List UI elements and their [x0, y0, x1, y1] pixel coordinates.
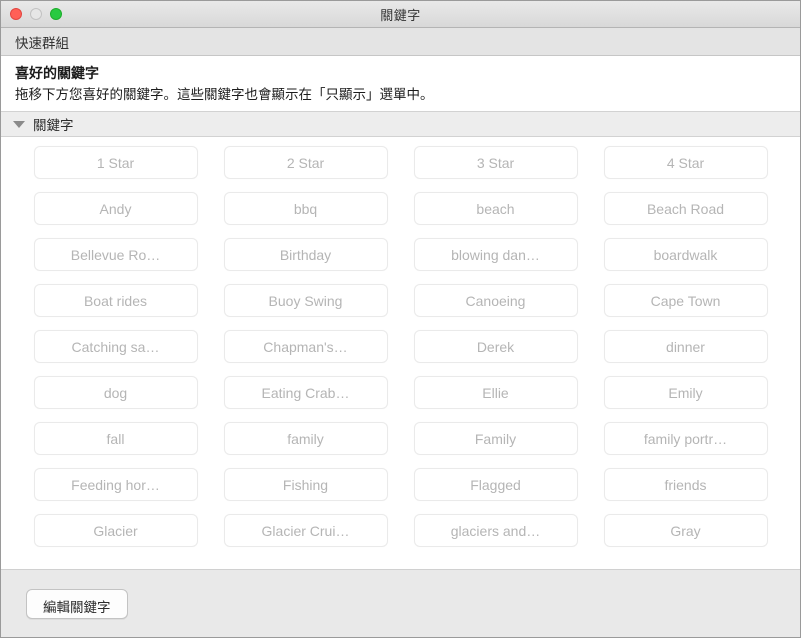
keyword-tag[interactable]: Chapman's…: [223, 330, 388, 363]
keyword-cell: fall: [21, 422, 211, 455]
keyword-cell: Eating Crab…: [211, 376, 401, 409]
keywords-section-title: 關鍵字: [33, 118, 74, 133]
keyword-cell: 4 Star: [591, 146, 781, 179]
keyword-cell: Chapman's…: [211, 330, 401, 363]
keyword-cell: boardwalk: [591, 238, 781, 271]
keyword-cell: Birthday: [211, 238, 401, 271]
keyword-tag[interactable]: boardwalk: [603, 238, 768, 271]
intro-block: 喜好的關鍵字 拖移下方您喜好的關鍵字。這些關鍵字也會顯示在「只顯示」選單中。: [1, 56, 800, 111]
keyword-cell: Ellie: [401, 376, 591, 409]
keyword-tag[interactable]: 4 Star: [603, 146, 768, 179]
keyword-tag[interactable]: beach: [413, 192, 578, 225]
keyword-tag[interactable]: blowing dan…: [413, 238, 578, 271]
keyword-cell: family portr…: [591, 422, 781, 455]
keyword-cell: Family: [401, 422, 591, 455]
keyword-cell: dog: [21, 376, 211, 409]
keyword-tag[interactable]: family portr…: [603, 422, 768, 455]
keyword-cell: beach: [401, 192, 591, 225]
keyword-tag[interactable]: Bellevue Ro…: [33, 238, 198, 271]
keyword-tag[interactable]: Beach Road: [603, 192, 768, 225]
keyword-cell: Andy: [21, 192, 211, 225]
minimize-window-icon[interactable]: [30, 8, 42, 20]
keyword-tag[interactable]: Eating Crab…: [223, 376, 388, 409]
keyword-tag[interactable]: Cape Town: [603, 284, 768, 317]
keyword-cell: 2 Star: [211, 146, 401, 179]
keyword-tag[interactable]: Gray: [603, 514, 768, 547]
keyword-tag[interactable]: fall: [33, 422, 198, 455]
keywords-dialog-window: 關鍵字 快速群組 喜好的關鍵字 拖移下方您喜好的關鍵字。這些關鍵字也會顯示在「只…: [0, 0, 801, 638]
keyword-cell: Glacier Crui…: [211, 514, 401, 547]
keyword-cell: Cape Town: [591, 284, 781, 317]
window-title: 關鍵字: [380, 7, 421, 23]
edit-keywords-button[interactable]: 編輯關鍵字: [26, 588, 128, 619]
keyword-cell: Buoy Swing: [211, 284, 401, 317]
keyword-cell: Glacier: [21, 514, 211, 547]
tab-quick-group[interactable]: 快速群組: [15, 32, 69, 52]
keyword-tag[interactable]: dinner: [603, 330, 768, 363]
keyword-tag[interactable]: Catching sa…: [33, 330, 198, 363]
keyword-cell: Fishing: [211, 468, 401, 501]
keyword-cell: Catching sa…: [21, 330, 211, 363]
keyword-cell: friends: [591, 468, 781, 501]
keyword-tag[interactable]: Emily: [603, 376, 768, 409]
maximize-window-icon[interactable]: [50, 8, 62, 20]
keyword-tag[interactable]: Flagged: [413, 468, 578, 501]
keyword-cell: Gray: [591, 514, 781, 547]
keyword-cell: family: [211, 422, 401, 455]
keyword-cell: Emily: [591, 376, 781, 409]
keyword-cell: Feeding hor…: [21, 468, 211, 501]
window-controls: [10, 1, 62, 27]
keyword-tag[interactable]: friends: [603, 468, 768, 501]
keyword-cell: bbq: [211, 192, 401, 225]
keyword-cell: glaciers and…: [401, 514, 591, 547]
keyword-tag[interactable]: 2 Star: [223, 146, 388, 179]
keyword-cell: Bellevue Ro…: [21, 238, 211, 271]
keyword-tag[interactable]: Andy: [33, 192, 198, 225]
triangle-down-icon[interactable]: [13, 120, 25, 128]
close-window-icon[interactable]: [10, 8, 22, 20]
window-titlebar: 關鍵字: [1, 1, 800, 28]
keyword-cell: Boat rides: [21, 284, 211, 317]
keyword-cell: Derek: [401, 330, 591, 363]
keywords-grid: 1 Star 2 Star 3 Star 4 Star Andy bbq beach Beac…: [1, 146, 800, 547]
keyword-tag[interactable]: Birthday: [223, 238, 388, 271]
keyword-tag[interactable]: glaciers and…: [413, 514, 578, 547]
keywords-section-header[interactable]: 關鍵字: [1, 111, 800, 137]
keyword-tag[interactable]: Fishing: [223, 468, 388, 501]
keyword-tag[interactable]: 3 Star: [413, 146, 578, 179]
keyword-cell: Canoeing: [401, 284, 591, 317]
keyword-cell: Beach Road: [591, 192, 781, 225]
keyword-tag[interactable]: Canoeing: [413, 284, 578, 317]
keyword-tag[interactable]: 1 Star: [33, 146, 198, 179]
intro-title: 喜好的關鍵字: [15, 65, 99, 81]
keyword-tag[interactable]: bbq: [223, 192, 388, 225]
keyword-cell: 3 Star: [401, 146, 591, 179]
dialog-footer: 編輯關鍵字: [1, 569, 800, 637]
keyword-tag[interactable]: Glacier Crui…: [223, 514, 388, 547]
keyword-cell: dinner: [591, 330, 781, 363]
intro-description: 拖移下方您喜好的關鍵字。這些關鍵字也會顯示在「只顯示」選單中。: [15, 87, 434, 102]
keyword-tag[interactable]: Buoy Swing: [223, 284, 388, 317]
keyword-tag[interactable]: dog: [33, 376, 198, 409]
keyword-tag[interactable]: Ellie: [413, 376, 578, 409]
keywords-grid-area: 1 Star 2 Star 3 Star 4 Star Andy bbq beach Beac…: [1, 137, 800, 569]
keyword-tag[interactable]: Boat rides: [33, 284, 198, 317]
keyword-tag[interactable]: Family: [413, 422, 578, 455]
keyword-tag[interactable]: Glacier: [33, 514, 198, 547]
keyword-cell: 1 Star: [21, 146, 211, 179]
keyword-tag[interactable]: Derek: [413, 330, 578, 363]
keyword-tag[interactable]: Feeding hor…: [33, 468, 198, 501]
keyword-cell: Flagged: [401, 468, 591, 501]
keyword-tag[interactable]: family: [223, 422, 388, 455]
toolbar: 快速群組: [1, 28, 800, 56]
keyword-cell: blowing dan…: [401, 238, 591, 271]
